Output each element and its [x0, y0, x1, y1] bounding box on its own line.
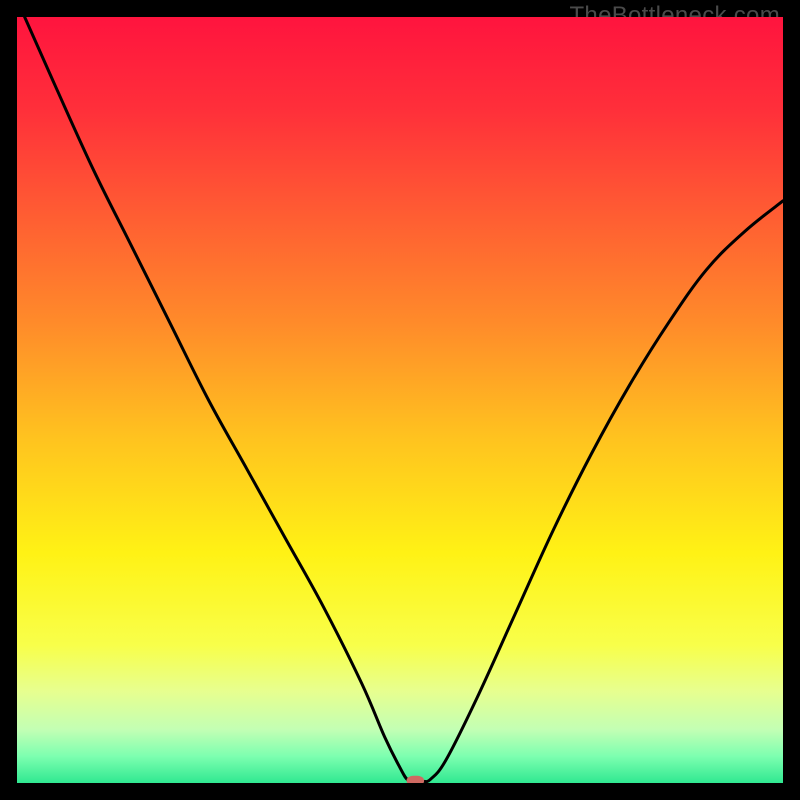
- optimal-marker: [407, 776, 425, 783]
- chart-svg: [17, 17, 783, 783]
- plot-area: [17, 17, 783, 783]
- chart-container: TheBottleneck.com: [0, 0, 800, 800]
- gradient-background: [17, 17, 783, 783]
